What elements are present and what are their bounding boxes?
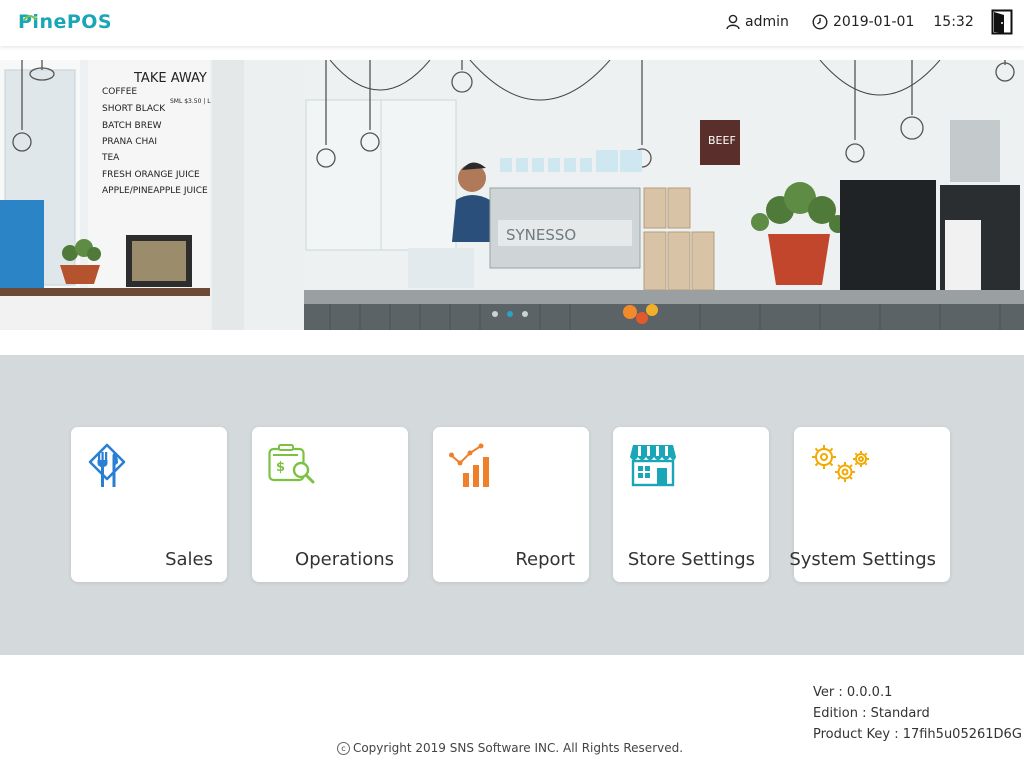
report-label: Report: [515, 549, 575, 570]
dining-icon: [87, 443, 127, 493]
leaf-icon: [23, 5, 37, 27]
money-search-icon: $: [268, 443, 316, 491]
app-logo: PinePOS: [18, 11, 112, 33]
carousel-dot-3[interactable]: [522, 311, 528, 317]
version-text: Ver : 0.0.0.1: [813, 685, 893, 700]
menu-board-item: TEA: [101, 153, 120, 163]
sales-label: Sales: [165, 549, 213, 570]
gears-icon: [810, 443, 872, 487]
menu-board-item: SHORT BLACK: [102, 104, 166, 114]
system-settings-label: System Settings: [789, 549, 936, 570]
datetime: 2019-01-01 15:32: [812, 14, 974, 30]
menu-board-item: PRANA CHAI: [102, 137, 157, 147]
user-info[interactable]: admin: [726, 14, 789, 30]
logout-button[interactable]: [991, 9, 1013, 39]
coffee-shop-image: SYNESSO BEEF TAKE AWAY SML $3.50 | L COF…: [0, 60, 1024, 330]
menu-board-item: FRESH ORANGE JUICE: [102, 170, 200, 180]
carousel-indicator: [492, 311, 528, 317]
sign-text: BEEF: [708, 134, 736, 147]
username: admin: [745, 14, 789, 30]
edition-text: Edition : Standard: [813, 706, 930, 721]
user-icon: [726, 14, 740, 30]
hero-banner: SYNESSO BEEF TAKE AWAY SML $3.50 | L COF…: [0, 60, 1024, 330]
carousel-dot-1[interactable]: [492, 311, 498, 317]
version-info: Ver : 0.0.0.1 Edition : Standard Product…: [813, 682, 1022, 745]
bar-chart-icon: [449, 443, 495, 493]
store-icon: [629, 443, 677, 491]
sales-button[interactable]: Sales: [71, 427, 227, 582]
exit-door-icon: [991, 9, 1013, 35]
menu-board-item: BATCH BREW: [102, 121, 162, 131]
operations-button[interactable]: $ Operations: [252, 427, 408, 582]
current-date: 2019-01-01: [833, 14, 915, 30]
store-settings-button[interactable]: Store Settings: [613, 427, 769, 582]
menu-board-item: COFFEE: [102, 87, 137, 97]
menu-board-item: APPLE/PINEAPPLE JUICE: [102, 186, 208, 196]
main-menu-panel: Sales $ Operations Report Store Settings…: [0, 355, 1024, 655]
report-button[interactable]: Report: [433, 427, 589, 582]
store-settings-label: Store Settings: [627, 549, 755, 570]
machine-brand-text: SYNESSO: [506, 226, 576, 244]
copyright-icon: c: [336, 742, 350, 755]
svg-text:$: $: [276, 460, 285, 475]
copyright-text: Copyright 2019 SNS Software INC. All Rig…: [352, 741, 684, 755]
menu-board-price: SML $3.50 | L: [170, 98, 211, 105]
menu-board-title: TAKE AWAY: [133, 71, 207, 86]
top-bar: PinePOS admin 2019-01-01 15:32: [0, 0, 1024, 46]
copyright: c Copyright 2019 SNS Software INC. All Ri…: [0, 741, 1020, 755]
clock-icon: [812, 14, 828, 30]
operations-label: Operations: [295, 549, 394, 570]
carousel-dot-2[interactable]: [507, 311, 513, 317]
system-settings-button[interactable]: System Settings: [789, 427, 950, 582]
current-time: 15:32: [933, 14, 974, 30]
